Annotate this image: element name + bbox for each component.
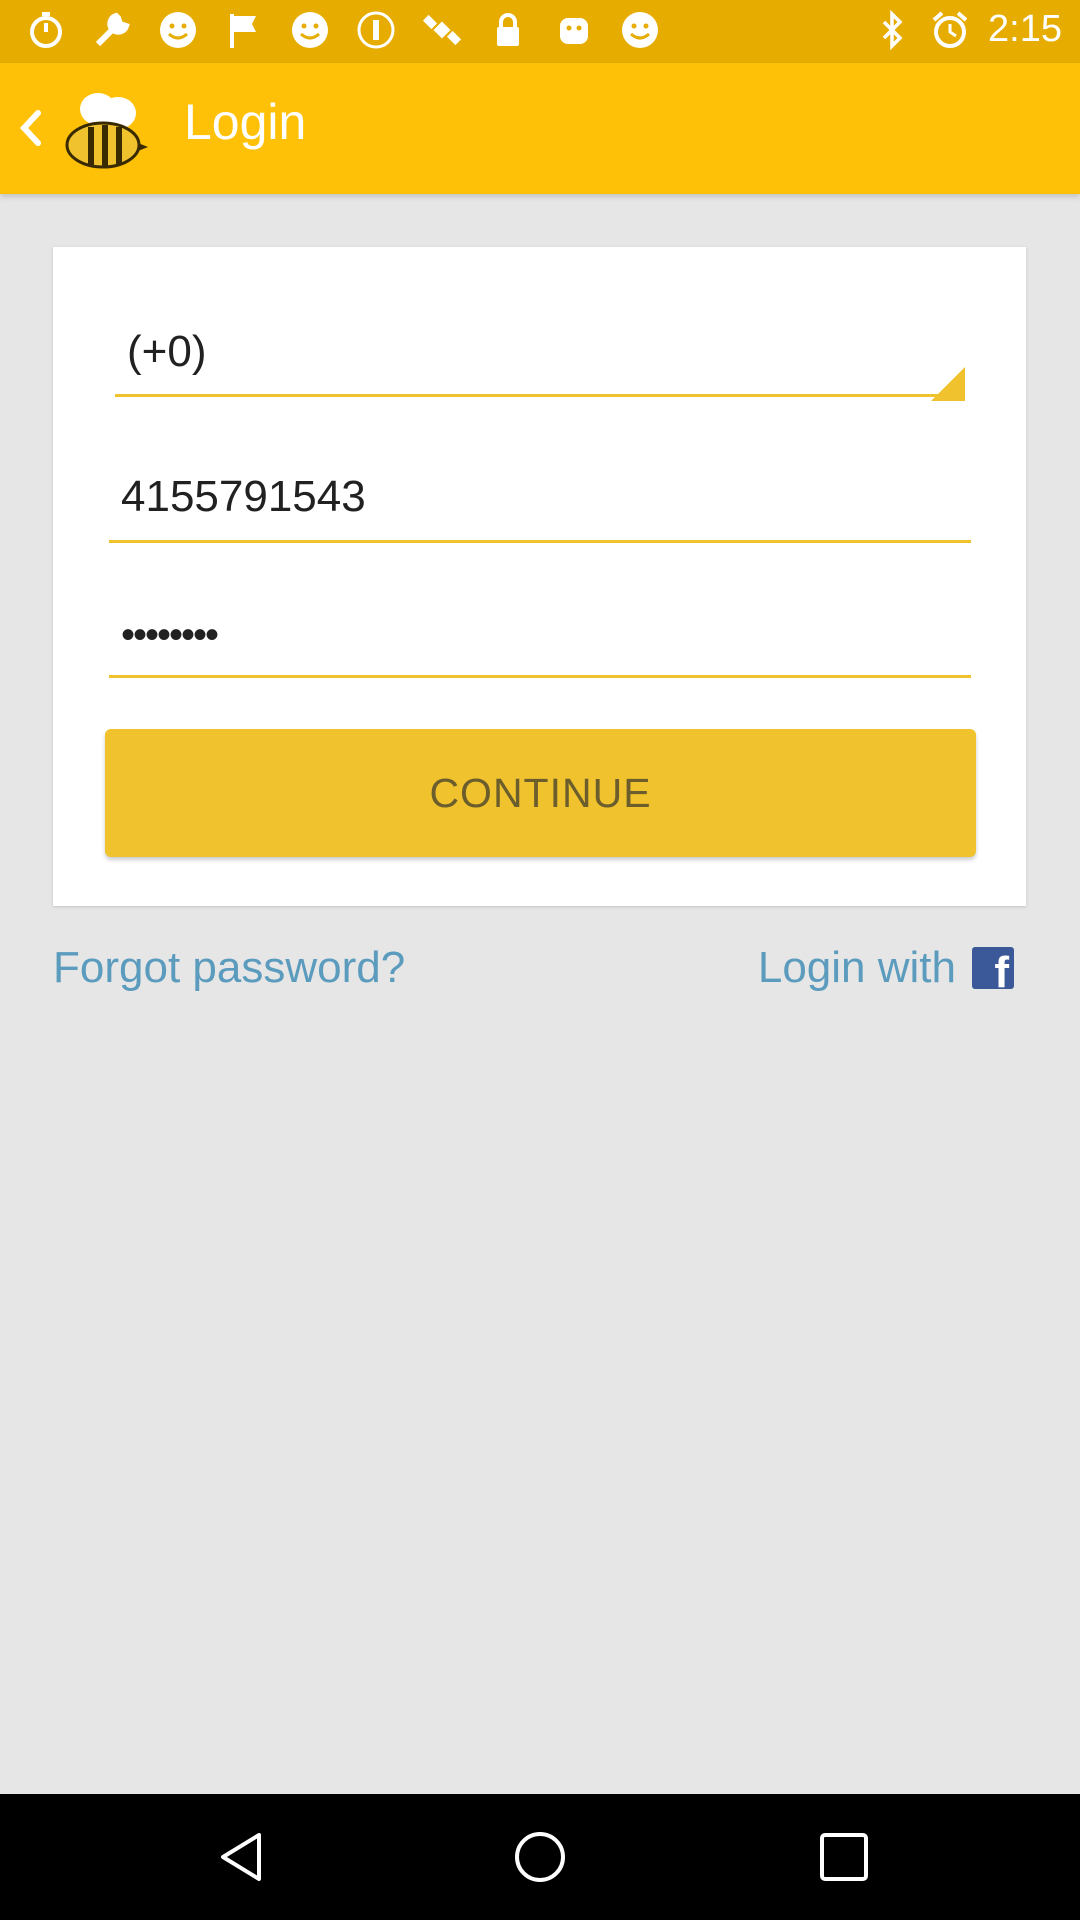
triangle-back-icon [221, 1833, 261, 1881]
login-card: (+0) 4155791543 •••••••• CONTINUE [53, 247, 1026, 906]
country-code-value: (+0) [127, 327, 207, 376]
password-underline [109, 675, 971, 678]
android-icon [554, 10, 594, 50]
back-button[interactable] [8, 103, 58, 153]
smiley-icon [290, 10, 330, 50]
login-with-facebook-link[interactable]: Login with f [757, 943, 1014, 995]
smiley-icon [158, 10, 198, 50]
bluetooth-icon [872, 9, 912, 50]
flag-icon [224, 10, 264, 50]
status-icons-right: 2:15 [872, 8, 1062, 51]
nav-home-button[interactable] [512, 1829, 568, 1885]
facebook-icon: f [972, 947, 1014, 995]
phone-value: 4155791543 [121, 472, 366, 521]
facebook-glyph: f [994, 948, 1009, 997]
navigation-bar [0, 1794, 1080, 1920]
continue-button[interactable]: CONTINUE [105, 729, 976, 857]
password-value: •••••••• [121, 613, 219, 657]
country-code-select[interactable]: (+0) [115, 327, 965, 401]
alarm-icon [930, 10, 970, 50]
circle-home-icon [515, 1832, 565, 1882]
app-bar: Login [0, 63, 1080, 194]
lock-icon [488, 10, 528, 50]
status-icons-left [26, 10, 660, 50]
phone-underline [109, 540, 971, 543]
country-code-underline [115, 394, 965, 397]
smiley-icon [620, 10, 660, 50]
square-recents-icon [820, 1833, 868, 1881]
stopwatch-icon [26, 10, 66, 50]
page-title: Login [184, 94, 307, 150]
coin-icon [356, 10, 396, 50]
login-with-label: Login with [757, 943, 956, 992]
app-logo-icon [58, 85, 148, 175]
wrench-icon [92, 10, 132, 50]
status-time: 2:15 [988, 8, 1062, 50]
chevron-left-icon [19, 110, 41, 146]
satellite-icon [422, 10, 462, 50]
nav-recents-button[interactable] [816, 1829, 872, 1885]
nav-back-button[interactable] [213, 1829, 269, 1885]
forgot-password-link[interactable]: Forgot password? [53, 943, 405, 993]
password-field[interactable]: •••••••• [109, 607, 971, 679]
phone-field[interactable]: 4155791543 [109, 472, 971, 544]
status-bar: 2:15 [0, 0, 1080, 63]
